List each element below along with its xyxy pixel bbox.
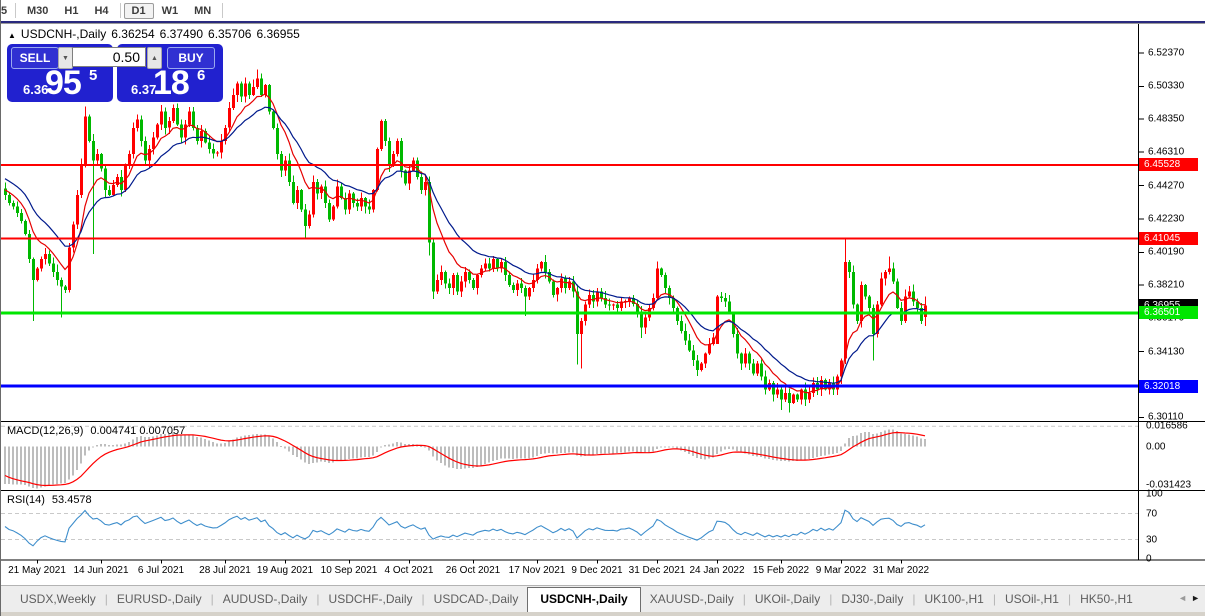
tab-usdx-weekly[interactable]: USDX,Weekly [11, 588, 105, 612]
ohlc-low: 6.35706 [208, 27, 251, 41]
tab-dj30-daily[interactable]: DJ30-,Daily [832, 588, 912, 612]
macd-label: MACD(12,26,9) 0.004741 0.007057 [7, 425, 192, 437]
title-marker-icon: ▲ [8, 31, 16, 40]
one-click-trading-panel: SELL 6.36 95 5 BUY 6.37 18 6 ▼ 0.50 ▲ [7, 44, 223, 102]
tab-usdchf-daily[interactable]: USDCHF-,Daily [320, 588, 422, 612]
buy-price-pip: 6 [197, 67, 205, 84]
macd-values: 0.004741 0.007057 [90, 425, 185, 437]
tab-usdcnh-daily[interactable]: USDCNH-,Daily [527, 587, 640, 613]
volume-input[interactable]: 0.50 [72, 47, 146, 67]
chart-symbol-period: USDCNH-,Daily [21, 27, 106, 41]
volume-decrease-button[interactable]: ▼ [58, 47, 73, 69]
trading-terminal-window: 5M30H1H4D1W1MN ▲USDCNH-,Daily6.362546.37… [0, 0, 1205, 616]
tab-scroll-left-icon[interactable]: ◄ [1178, 593, 1187, 603]
tab-audusd-daily[interactable]: AUDUSD-,Daily [214, 588, 317, 612]
tab-usdcad-daily[interactable]: USDCAD-,Daily [425, 588, 528, 612]
sell-price-main: 95 [45, 66, 81, 100]
sell-price-pip: 5 [89, 67, 97, 84]
status-strip [1, 612, 1205, 616]
tab-usoil-h1[interactable]: USOil-,H1 [996, 588, 1068, 612]
ohlc-high: 6.37490 [160, 27, 203, 41]
chart-tabs-bar: USDX,Weekly|EURUSD-,Daily|AUDUSD-,Daily|… [1, 585, 1205, 612]
chart-title: ▲ USDCNH-,Daily 6.36254 6.37490 6.35706 6.369… [8, 27, 305, 41]
rsi-value: 53.4578 [52, 494, 92, 506]
rsi-name: RSI(14) [7, 494, 45, 506]
macd-name: MACD(12,26,9) [7, 425, 83, 437]
tab-xauusd-daily[interactable]: XAUUSD-,Daily [641, 588, 743, 612]
tab-uk100-h1[interactable]: UK100-,H1 [915, 588, 992, 612]
ohlc-open: 6.36254 [111, 27, 154, 41]
buy-price-main: 18 [153, 66, 189, 100]
tab-hk50-h1[interactable]: HK50-,H1 [1071, 588, 1142, 612]
tab-ukoil-daily[interactable]: UKOil-,Daily [746, 588, 829, 612]
chart-plot-area[interactable] [1, 24, 1138, 560]
chevron-down-icon: ▼ [62, 55, 69, 62]
rsi-label: RSI(14) 53.4578 [7, 494, 99, 506]
volume-increase-button[interactable]: ▲ [147, 47, 162, 69]
tab-scroll-right-icon[interactable]: ► [1191, 593, 1200, 603]
chevron-up-icon: ▲ [151, 55, 158, 62]
ohlc-close: 6.36955 [256, 27, 299, 41]
tab-eurusd-daily[interactable]: EURUSD-,Daily [108, 588, 211, 612]
